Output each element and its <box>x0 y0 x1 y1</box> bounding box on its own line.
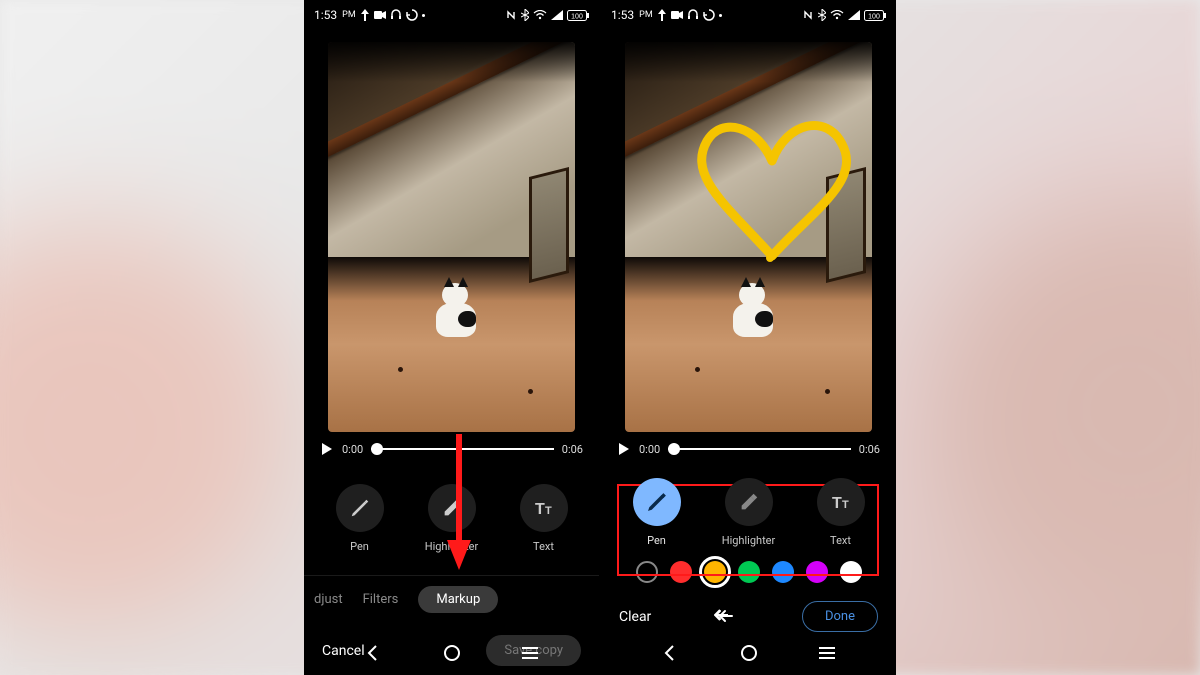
status-bar: 1:53 PM 100 <box>304 0 599 28</box>
markup-tool-row: Pen Highlighter TT Text <box>304 484 599 553</box>
svg-text:100: 100 <box>571 13 583 20</box>
tab-adjust[interactable]: djust <box>314 592 343 607</box>
battery-icon: 100 <box>567 10 589 21</box>
sync-icon <box>703 9 715 21</box>
play-icon[interactable] <box>617 442 631 456</box>
time-current: 0:00 <box>639 443 660 456</box>
scrubber-track[interactable] <box>371 446 554 452</box>
status-time: 1:53 <box>611 8 634 22</box>
phone-left: 1:53 PM 100 <box>304 0 599 675</box>
upload-icon <box>657 9 667 21</box>
svg-text:T: T <box>842 499 849 511</box>
android-nav-bar <box>304 631 599 675</box>
tool-highlighter-label: Highlighter <box>425 540 479 553</box>
swatch-green[interactable] <box>738 561 760 583</box>
svg-text:T: T <box>535 501 545 518</box>
color-swatch-row <box>601 561 896 583</box>
scrubber-track[interactable] <box>668 446 851 452</box>
tool-highlighter[interactable]: Highlighter <box>716 478 782 547</box>
photo-scene <box>328 42 575 432</box>
nfc-icon <box>802 9 814 21</box>
nfc-icon <box>505 9 517 21</box>
tab-markup[interactable]: Markup <box>418 586 498 613</box>
signal-icon <box>848 10 860 20</box>
cat-illustration <box>725 277 779 337</box>
phone-right: 1:53 PM 100 <box>601 0 896 675</box>
sync-icon <box>406 9 418 21</box>
play-icon[interactable] <box>320 442 334 456</box>
done-button[interactable]: Done <box>802 601 878 632</box>
time-duration: 0:06 <box>859 443 880 456</box>
swatch-red[interactable] <box>670 561 692 583</box>
edit-tabs: djust Filters Markup <box>304 575 599 623</box>
scrubber-knob[interactable] <box>371 443 383 455</box>
undo-icon[interactable] <box>714 607 739 627</box>
svg-text:T: T <box>545 505 552 517</box>
bluetooth-icon <box>818 9 826 21</box>
clear-button[interactable]: Clear <box>619 609 651 625</box>
swatch-magenta[interactable] <box>806 561 828 583</box>
tool-highlighter-label: Highlighter <box>722 534 776 547</box>
nav-back-icon[interactable] <box>661 644 679 662</box>
upload-icon <box>360 9 370 21</box>
action-row: Clear Done <box>601 583 896 638</box>
video-icon <box>374 10 386 20</box>
signal-icon <box>551 10 563 20</box>
tool-highlighter[interactable]: Highlighter <box>419 484 485 553</box>
nav-home-icon[interactable] <box>443 644 461 662</box>
svg-text:T: T <box>832 495 842 512</box>
cat-illustration <box>428 277 482 337</box>
photo-scene <box>625 42 872 432</box>
headset-icon <box>687 9 699 21</box>
nav-back-icon[interactable] <box>364 644 382 662</box>
status-bar: 1:53 PM 100 <box>601 0 896 28</box>
swatch-white[interactable] <box>840 561 862 583</box>
tool-text[interactable]: TT Text <box>808 478 874 547</box>
time-current: 0:00 <box>342 443 363 456</box>
video-timeline: 0:00 0:06 <box>601 432 896 462</box>
status-ampm: PM <box>342 10 356 20</box>
status-time: 1:53 <box>314 8 337 22</box>
wifi-icon <box>830 10 844 20</box>
dot-icon <box>719 14 722 17</box>
svg-text:100: 100 <box>868 13 880 20</box>
tool-text-label: Text <box>830 534 851 547</box>
tool-pen-label: Pen <box>647 534 666 547</box>
headset-icon <box>390 9 402 21</box>
battery-icon: 100 <box>864 10 886 21</box>
nav-recent-icon[interactable] <box>521 646 539 660</box>
time-duration: 0:06 <box>562 443 583 456</box>
nav-recent-icon[interactable] <box>818 646 836 660</box>
video-icon <box>671 10 683 20</box>
video-preview[interactable] <box>328 42 575 432</box>
status-ampm: PM <box>639 10 653 20</box>
tab-filters[interactable]: Filters <box>363 592 399 607</box>
markup-tool-row: Pen Highlighter TT Text <box>601 478 896 547</box>
tool-text[interactable]: TT Text <box>511 484 577 553</box>
screenshot-pair: 1:53 PM 100 <box>304 0 896 675</box>
tool-pen-label: Pen <box>350 540 369 553</box>
nav-home-icon[interactable] <box>740 644 758 662</box>
tool-text-label: Text <box>533 540 554 553</box>
tool-pen[interactable]: Pen <box>624 478 690 547</box>
wifi-icon <box>533 10 547 20</box>
scrubber-knob[interactable] <box>668 443 680 455</box>
bluetooth-icon <box>521 9 529 21</box>
dot-icon <box>422 14 425 17</box>
swatch-blue[interactable] <box>772 561 794 583</box>
swatch-none[interactable] <box>636 561 658 583</box>
tool-pen[interactable]: Pen <box>327 484 393 553</box>
android-nav-bar <box>601 631 896 675</box>
video-timeline: 0:00 0:06 <box>304 432 599 462</box>
swatch-yellow[interactable] <box>704 561 726 583</box>
video-preview[interactable] <box>625 42 872 432</box>
